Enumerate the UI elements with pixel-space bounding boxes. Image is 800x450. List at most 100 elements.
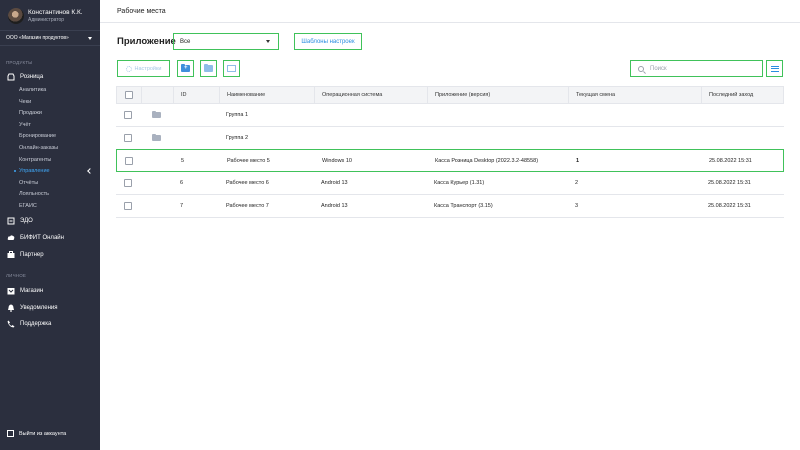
row-os: Android 13 — [321, 203, 348, 209]
table-row[interactable]: 7 Рабочее место 7 Android 13 Касса Транс… — [116, 195, 784, 218]
select-all-checkbox[interactable] — [125, 91, 133, 99]
profile-role: Администратор — [28, 17, 65, 23]
add-folder-button[interactable]: + — [177, 60, 194, 77]
sidebar-subitem-reports[interactable]: Отчёты — [19, 178, 38, 188]
sidebar-item-label: Уведомления — [20, 305, 58, 311]
table-row[interactable]: Группа 1 — [116, 104, 784, 127]
avatar — [8, 8, 24, 24]
list-view-button[interactable] — [223, 60, 240, 77]
partner-icon — [7, 251, 15, 259]
row-app: Касса Розница Desktop (2022.3.2-48558) — [435, 157, 539, 164]
sidebar-subitem-analytics[interactable]: Аналитика — [19, 85, 46, 95]
page-title: Рабочие места — [117, 7, 166, 15]
row-shift: 2 — [575, 180, 579, 186]
row-os: Android 13 — [321, 180, 348, 186]
retail-icon — [7, 73, 15, 81]
sidebar-item-label: Розница — [20, 74, 44, 80]
row-checkbox[interactable] — [124, 134, 132, 142]
row-checkbox[interactable] — [125, 156, 133, 165]
row-name: Рабочее место 5 — [227, 157, 270, 164]
sidebar-subitem-egais[interactable]: ЕГАИС — [19, 201, 37, 211]
sidebar-subitem-receipts[interactable]: Чеки — [19, 97, 31, 107]
folder-icon — [204, 63, 213, 72]
folder-icon — [152, 133, 161, 141]
sidebar-item-support[interactable]: Поддержка — [7, 318, 51, 330]
gear-icon — [125, 65, 132, 72]
store-icon — [7, 287, 15, 295]
sidebar-item-label: Магазин — [20, 288, 44, 294]
row-last-login: 25.08.2022 15:31 — [708, 180, 751, 186]
folder-icon — [152, 110, 161, 118]
row-last-login: 25.08.2022 15:31 — [709, 157, 752, 164]
sidebar-item-partner[interactable]: Партнер — [7, 249, 44, 261]
folder-add-icon: + — [181, 63, 190, 72]
org-selector[interactable]: ООО «Магазин продуктов» — [0, 30, 100, 46]
sidebar-subitem-online-orders[interactable]: Онлайн-заказы — [19, 143, 58, 153]
settings-button-label: Настройки — [134, 65, 162, 72]
row-checkbox[interactable] — [124, 111, 132, 119]
sidebar-subitem-booking[interactable]: Бронирование — [19, 131, 56, 141]
phone-icon — [7, 320, 15, 328]
sliders-icon — [770, 65, 779, 67]
row-os: Windows 10 — [322, 157, 352, 164]
column-header-name[interactable]: Наименование — [227, 87, 265, 103]
sidebar-item-store[interactable]: Магазин — [7, 285, 43, 297]
app-filter-value: Все — [180, 38, 191, 45]
sidebar-item-notifications[interactable]: Уведомления — [7, 302, 58, 314]
column-header-id[interactable]: ID — [181, 87, 187, 103]
chevron-down-icon — [266, 40, 270, 43]
sidebar-item-edo[interactable]: ЭДО — [7, 215, 33, 227]
chevron-down-icon — [88, 37, 92, 40]
sidebar-item-label: БИФИТ Онлайн — [20, 235, 64, 241]
row-shift: 3 — [575, 203, 579, 209]
sidebar-subitem-loyalty[interactable]: Лояльность — [19, 189, 49, 199]
profile-name: Константинов К.К. — [28, 9, 83, 16]
sidebar-item-bifit-online[interactable]: БИФИТ Онлайн — [7, 232, 64, 244]
row-checkbox[interactable] — [124, 202, 132, 210]
section-personal-label: ЛИЧНОЕ — [6, 273, 27, 278]
sidebar-item-label: ЭДО — [20, 218, 33, 224]
settings-button[interactable]: Настройки — [117, 60, 170, 77]
sidebar-subitem-sales[interactable]: Продажи — [19, 108, 42, 118]
row-checkbox[interactable] — [124, 179, 132, 187]
bell-icon — [7, 304, 15, 312]
logout-label: Выйти из аккаунта — [19, 430, 67, 437]
sidebar-subitem-contractors[interactable]: Контрагенты — [19, 155, 51, 165]
table-row[interactable]: 6 Рабочее место 6 Android 13 Касса Курье… — [116, 172, 784, 195]
sidebar: Константинов К.К. Администратор ООО «Маг… — [0, 0, 100, 450]
logout-button[interactable]: Выйти из аккаунта — [7, 430, 66, 437]
row-id: 5 — [181, 157, 185, 164]
column-header-last-login[interactable]: Последний заход — [709, 87, 753, 103]
row-name: Группа 1 — [226, 112, 249, 118]
move-to-folder-button[interactable] — [200, 60, 217, 77]
column-header-app[interactable]: Приложение (версия) — [435, 87, 490, 103]
row-name: Рабочее место 7 — [226, 203, 269, 209]
row-name: Группа 2 — [226, 135, 249, 141]
row-id: 6 — [180, 180, 184, 186]
top-bar: Рабочие места — [100, 0, 800, 23]
sidebar-subitem-accounting[interactable]: Учёт — [19, 120, 31, 130]
profile[interactable]: Константинов К.К. Администратор — [8, 6, 83, 26]
org-name: ООО «Магазин продуктов» — [6, 35, 69, 41]
search-placeholder: Поиск — [650, 65, 667, 72]
row-shift: 1 — [576, 157, 580, 164]
row-app: Касса Курьер (1.31) — [434, 180, 485, 186]
settings-templates-button[interactable]: Шаблоны настроек — [294, 33, 362, 50]
table-row[interactable]: Группа 2 — [116, 127, 784, 150]
table-row[interactable]: 5 Рабочее место 5 Windows 10 Касса Розни… — [116, 149, 784, 172]
app-filter-label: Приложение — [117, 36, 176, 47]
sidebar-item-retail[interactable]: Розница — [7, 71, 43, 83]
column-header-shift[interactable]: Текущая смена — [576, 87, 615, 103]
column-header-os[interactable]: Операционная система — [322, 87, 382, 103]
sidebar-subitem-management[interactable]: Управление — [14, 166, 50, 176]
table-header: ID Наименование Операционная система При… — [116, 86, 784, 104]
row-id: 7 — [180, 203, 184, 209]
column-settings-button[interactable] — [766, 60, 783, 77]
app-filter-select[interactable]: Все — [173, 33, 279, 50]
search-icon — [638, 65, 644, 72]
search-input[interactable]: Поиск — [630, 60, 763, 77]
sidebar-item-label: Поддержка — [20, 321, 52, 327]
chevron-left-icon — [87, 168, 93, 174]
list-icon — [227, 65, 236, 72]
row-last-login: 25.08.2022 15:31 — [708, 203, 751, 209]
